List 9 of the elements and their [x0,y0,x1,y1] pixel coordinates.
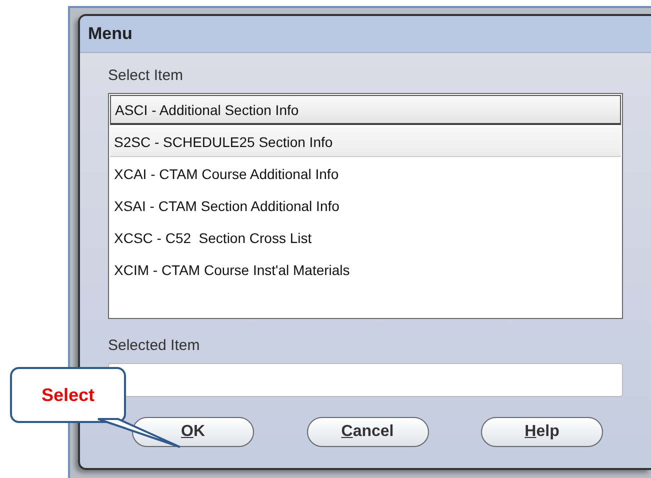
field-label: Selected Item [108,337,201,354]
dialog-button[interactable]: Cancel [306,417,428,447]
list-item[interactable]: ASCI - Additional Section Info [110,95,621,125]
dialog-button[interactable]: OK [132,417,254,447]
list-item[interactable]: S2SC - SCHEDULE25 Section Info [110,127,621,157]
selected-item-field[interactable] [108,363,623,397]
dialog-button[interactable]: Help [481,417,603,447]
list-label: Select Item [108,67,184,84]
dialog-title: Menu [88,24,132,44]
